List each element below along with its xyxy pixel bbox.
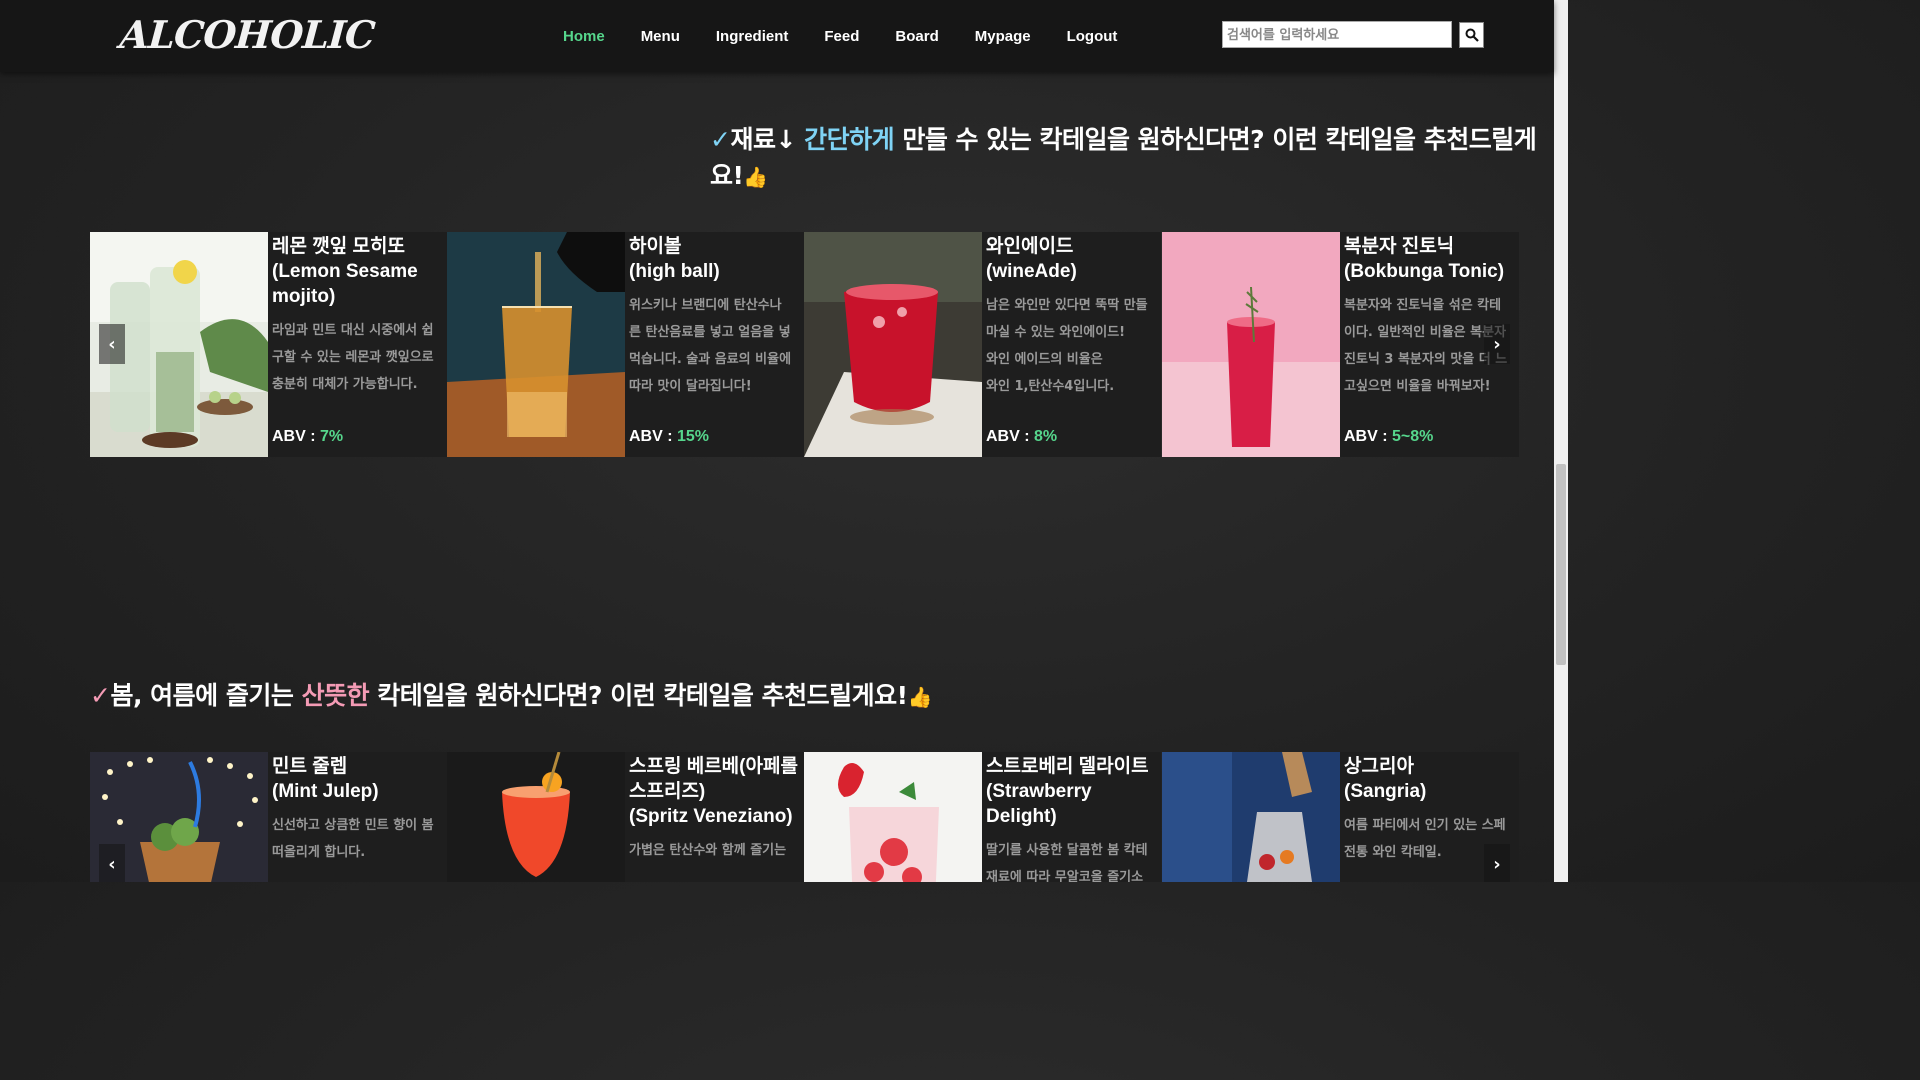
cocktail-description: 가볍은 탄산수와 함께 즐기는 bbox=[629, 843, 787, 858]
cocktail-title-en: (Lemon Sesame mojito) bbox=[272, 261, 418, 307]
abv-value: ABV : 8% bbox=[986, 428, 1058, 445]
cocktail-title: 복분자 진토닉 bbox=[1344, 236, 1455, 257]
cocktail-title: 와인에이드 bbox=[986, 236, 1074, 257]
cocktail-card[interactable]: 복분자 진토닉 (Bokbunga Tonic) 복분자와 진토닉을 섞은 칵테… bbox=[1162, 232, 1519, 457]
cocktail-card[interactable]: 민트 줄렙 (Mint Julep) 신선하고 상큼한 민트 향이 봄 떠올리게… bbox=[90, 752, 447, 882]
cocktail-card[interactable]: 하이볼 (high ball) 위스키나 브랜디에 탄산수나 른 탄산음료를 넣… bbox=[447, 232, 804, 457]
cocktail-title-en: (Mint Julep) bbox=[272, 781, 379, 802]
cocktail-slider-spring: 민트 줄렙 (Mint Julep) 신선하고 상큼한 민트 향이 봄 떠올리게… bbox=[90, 752, 1520, 882]
abv-value: ABV : 15% bbox=[629, 428, 710, 445]
cocktail-card[interactable]: 상그리아 (Sangria) 여름 파티에서 인기 있는 스페 전통 와인 칵테… bbox=[1162, 752, 1519, 882]
cocktail-description: 위스키나 브랜디에 탄산수나 른 탄산음료를 넣고 얼음을 넣 먹습니다. 술과… bbox=[629, 298, 792, 394]
abv-value: ABV : 5~8% bbox=[1344, 428, 1434, 445]
nav-menu: Home Menu Ingredient Feed Board Mypage L… bbox=[563, 0, 1153, 72]
cocktail-description: 남은 와인만 있다면 뚝딱 만들 마실 수 있는 와인에이드! 와인 에이드의 … bbox=[986, 298, 1148, 394]
cocktail-slider-simple: 레몬 깻잎 모히또 (Lemon Sesame mojito) 라임과 민트 대… bbox=[90, 232, 1520, 457]
nav-home[interactable]: Home bbox=[563, 28, 605, 45]
scrollbar-thumb[interactable] bbox=[1556, 464, 1566, 665]
search-input[interactable]: 검색어를 입력하세요 bbox=[1222, 21, 1452, 48]
slider-next-button[interactable]: › bbox=[1484, 324, 1510, 364]
thumbs-up-icon: 👍 bbox=[743, 165, 768, 189]
thumbs-up-icon: 👍 bbox=[907, 685, 933, 709]
cocktail-title-en: (Bokbunga Tonic) bbox=[1344, 261, 1505, 282]
cocktail-title-en: (high ball) bbox=[629, 261, 720, 282]
cocktail-title: 레몬 깻잎 모히또 bbox=[272, 236, 405, 257]
nav-menu-link[interactable]: Menu bbox=[641, 28, 680, 45]
cocktail-card[interactable]: 스트로베리 델라이트 (Strawberry Delight) 딸기를 사용한 … bbox=[804, 752, 1161, 882]
cocktail-image bbox=[447, 232, 625, 457]
abv-value: ABV : 7% bbox=[272, 428, 344, 445]
highlight-word: 산뜻한 bbox=[301, 681, 370, 710]
cocktail-image bbox=[804, 232, 982, 457]
cocktail-description: 신선하고 상큼한 민트 향이 봄 떠올리게 합니다. bbox=[272, 818, 434, 860]
cocktail-image bbox=[804, 752, 982, 882]
section2-heading: ✓봄, 여름에 즐기는 산뜻한 칵테일을 원하신다면? 이런 칵테일을 추천드릴… bbox=[90, 681, 933, 710]
slider-prev-button[interactable]: ‹ bbox=[99, 844, 125, 882]
cocktail-title: 하이볼 bbox=[629, 236, 682, 257]
page-scrollbar[interactable] bbox=[1554, 0, 1568, 882]
cocktail-title: 스프링 베르베(아페롤 스프리즈) bbox=[629, 756, 798, 802]
cocktail-card[interactable]: 레몬 깻잎 모히또 (Lemon Sesame mojito) 라임과 민트 대… bbox=[90, 232, 447, 457]
chevron-right-icon: › bbox=[1493, 333, 1501, 355]
search-button[interactable] bbox=[1459, 22, 1484, 48]
cocktail-card[interactable]: 스프링 베르베(아페롤 스프리즈) (Spritz Veneziano) 가볍은… bbox=[447, 752, 804, 882]
cocktail-description: 라임과 민트 대신 시중에서 쉽 구할 수 있는 레몬과 깻잎으로 충분히 대체… bbox=[272, 323, 434, 392]
slider-prev-button[interactable]: ‹ bbox=[99, 324, 125, 364]
cocktail-card[interactable]: 와인에이드 (wineAde) 남은 와인만 있다면 뚝딱 만들 마실 수 있는… bbox=[804, 232, 1161, 457]
nav-logout[interactable]: Logout bbox=[1067, 28, 1118, 45]
chevron-right-icon: › bbox=[1493, 853, 1501, 875]
highlight-word: 간단하게 bbox=[804, 125, 895, 154]
chevron-left-icon: ‹ bbox=[108, 853, 116, 875]
cocktail-title: 상그리아 bbox=[1344, 756, 1414, 777]
nav-board[interactable]: Board bbox=[895, 28, 938, 45]
check-icon: ✓ bbox=[710, 125, 731, 154]
site-logo[interactable]: ALCOHOLIC bbox=[118, 12, 375, 57]
nav-mypage[interactable]: Mypage bbox=[975, 28, 1031, 45]
cocktail-title-en: (Strawberry Delight) bbox=[986, 781, 1092, 827]
section1-heading: ✓재료↓ 간단하게 만들 수 있는 칵테일을 원하신다면? 이런 칵테일을 추천… bbox=[710, 125, 1537, 190]
cocktail-title: 민트 줄렙 bbox=[272, 756, 348, 777]
cocktail-title-en: (wineAde) bbox=[986, 261, 1077, 282]
cocktail-image bbox=[1162, 232, 1340, 457]
cocktail-image bbox=[1162, 752, 1340, 882]
cocktail-image bbox=[447, 752, 625, 882]
search-icon bbox=[1465, 28, 1479, 42]
nav-ingredient[interactable]: Ingredient bbox=[716, 28, 789, 45]
cocktail-description: 딸기를 사용한 달콤한 봄 칵테 재료에 따라 무알코올 즐기소 bbox=[986, 843, 1148, 882]
cocktail-title-en: (Spritz Veneziano) bbox=[629, 806, 793, 827]
cocktail-title-en: (Sangria) bbox=[1344, 781, 1427, 802]
nav-feed[interactable]: Feed bbox=[824, 28, 859, 45]
slider-next-button[interactable]: › bbox=[1484, 844, 1510, 882]
chevron-left-icon: ‹ bbox=[108, 333, 116, 355]
navbar: ALCOHOLIC Home Menu Ingredient Feed Boar… bbox=[0, 0, 1554, 72]
cocktail-title: 스트로베리 델라이트 bbox=[986, 756, 1149, 777]
check-icon: ✓ bbox=[90, 681, 111, 710]
